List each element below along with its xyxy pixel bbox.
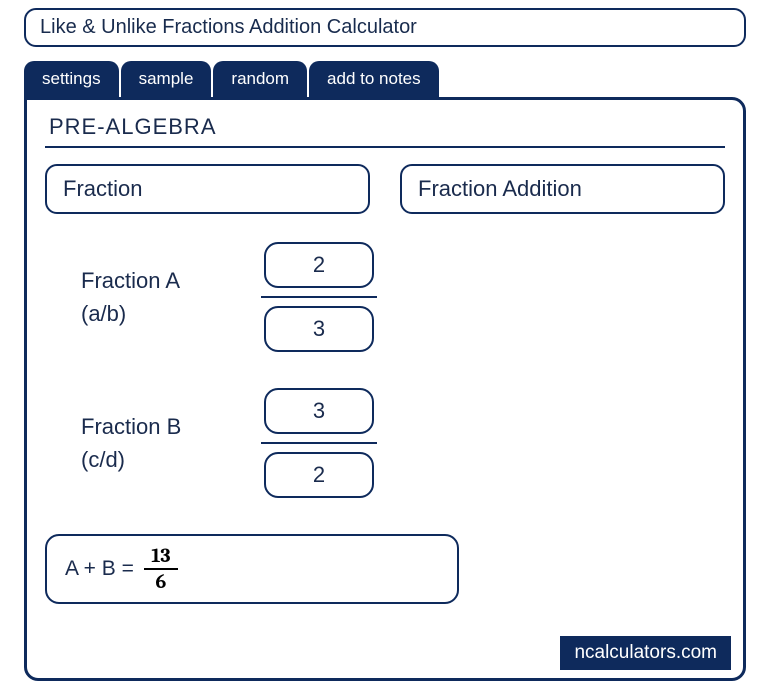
fraction-a-row: Fraction A (a/b) bbox=[81, 242, 725, 352]
result-numerator: 13 bbox=[151, 546, 170, 568]
topic-select[interactable]: Fraction bbox=[45, 164, 370, 214]
fraction-b-numerator-input[interactable] bbox=[264, 388, 374, 434]
fraction-b-inputs bbox=[261, 388, 377, 498]
watermark: ncalculators.com bbox=[560, 636, 731, 670]
operation-select[interactable]: Fraction Addition bbox=[400, 164, 725, 214]
fraction-a-denominator-input[interactable] bbox=[264, 306, 374, 352]
tab-add-to-notes[interactable]: add to notes bbox=[309, 61, 439, 97]
tab-bar: settings sample random add to notes bbox=[24, 61, 770, 97]
result-fraction: 13 6 bbox=[144, 546, 178, 592]
fraction-a-divider bbox=[261, 296, 377, 298]
result-label: A + B = bbox=[65, 557, 134, 581]
fraction-a-label: Fraction A (a/b) bbox=[81, 264, 261, 330]
page-title: Like & Unlike Fractions Addition Calcula… bbox=[24, 8, 746, 47]
tab-settings[interactable]: settings bbox=[24, 61, 119, 97]
result-denominator: 6 bbox=[156, 570, 167, 592]
select-row: Fraction Fraction Addition bbox=[45, 164, 725, 214]
result-box: A + B = 13 6 bbox=[45, 534, 459, 604]
fraction-b-row: Fraction B (c/d) bbox=[81, 388, 725, 498]
fraction-a-inputs bbox=[261, 242, 377, 352]
fraction-b-label-line2: (c/d) bbox=[81, 443, 261, 476]
fraction-a-label-line1: Fraction A bbox=[81, 264, 261, 297]
tab-sample[interactable]: sample bbox=[121, 61, 212, 97]
fraction-b-denominator-input[interactable] bbox=[264, 452, 374, 498]
fraction-a-label-line2: (a/b) bbox=[81, 297, 261, 330]
fraction-a-numerator-input[interactable] bbox=[264, 242, 374, 288]
fraction-b-label-line1: Fraction B bbox=[81, 410, 261, 443]
calculator-panel: PRE-ALGEBRA Fraction Fraction Addition F… bbox=[24, 97, 746, 681]
tab-random[interactable]: random bbox=[213, 61, 307, 97]
fraction-b-label: Fraction B (c/d) bbox=[81, 410, 261, 476]
section-heading: PRE-ALGEBRA bbox=[45, 114, 725, 148]
fraction-b-divider bbox=[261, 442, 377, 444]
